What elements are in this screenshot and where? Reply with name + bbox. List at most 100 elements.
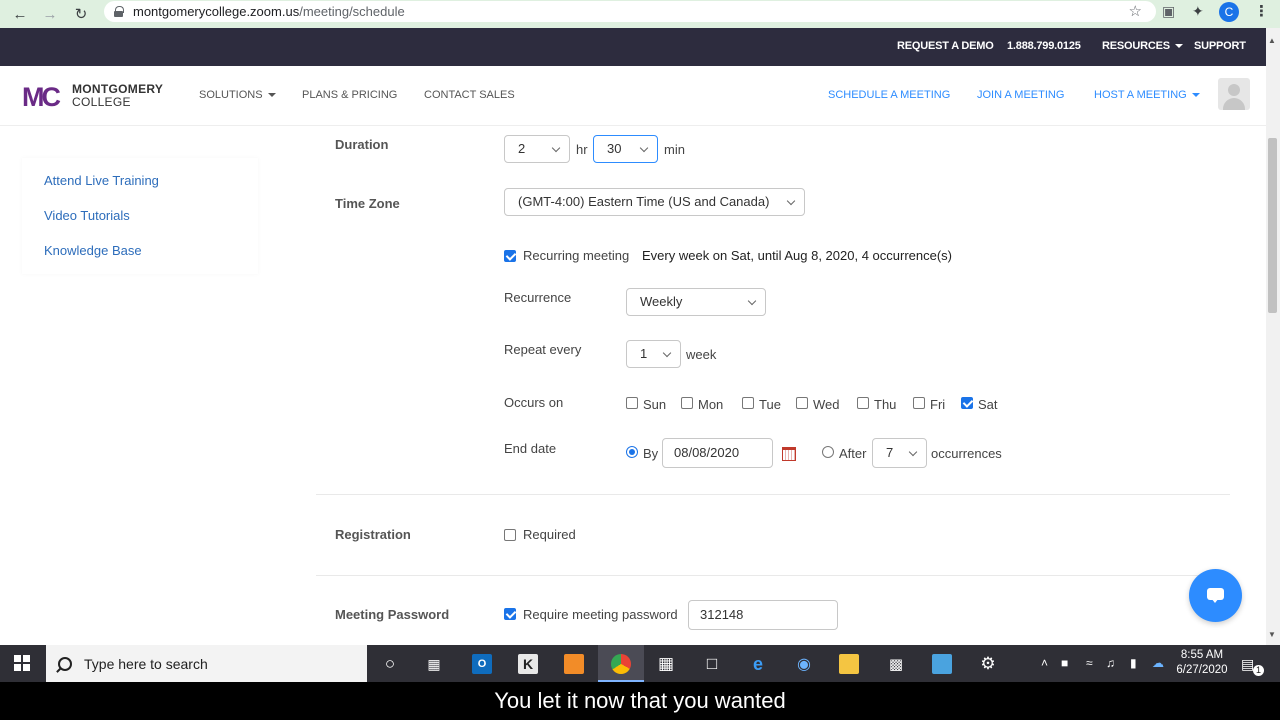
url-host: montgomerycollege.zoom.us bbox=[133, 4, 300, 19]
chat-bubble-button[interactable] bbox=[1189, 569, 1242, 622]
day-checkbox-thu[interactable] bbox=[857, 397, 869, 409]
control-panel-icon[interactable] bbox=[932, 654, 952, 674]
day-checkbox-sat[interactable] bbox=[961, 397, 973, 409]
settings-gear-icon[interactable]: ⚙ bbox=[978, 654, 998, 674]
recurrence-select[interactable]: Weekly bbox=[626, 288, 766, 316]
reload-icon[interactable]: ↻ bbox=[68, 3, 94, 25]
solutions-menu[interactable]: SOLUTIONS bbox=[199, 89, 276, 101]
search-icon bbox=[58, 656, 72, 671]
duration-hours-select[interactable]: 2 bbox=[504, 135, 570, 163]
section-divider bbox=[316, 575, 1230, 576]
recurring-label[interactable]: Recurring meeting bbox=[523, 248, 629, 263]
end-date-input[interactable]: 08/08/2020 bbox=[662, 438, 773, 468]
sidebar-item-video-tutorials[interactable]: Video Tutorials bbox=[44, 208, 130, 223]
section-divider bbox=[316, 494, 1230, 495]
onedrive-icon[interactable]: ☁ bbox=[1152, 656, 1164, 670]
meeting-tray-icon[interactable]: ■ bbox=[1061, 656, 1068, 670]
occurs-on-label: Occurs on bbox=[504, 395, 564, 410]
scroll-down-icon[interactable]: ▼ bbox=[1268, 630, 1276, 639]
scrollbar-thumb[interactable] bbox=[1268, 138, 1277, 313]
chrome-icon[interactable] bbox=[611, 654, 631, 674]
password-checkbox-label[interactable]: Require meeting password bbox=[523, 607, 678, 622]
end-by-radio[interactable] bbox=[626, 446, 638, 458]
duration-minutes-select[interactable]: 30 bbox=[593, 135, 658, 163]
volume-icon[interactable]: ♫ bbox=[1106, 656, 1115, 670]
timezone-label: Time Zone bbox=[335, 196, 400, 211]
chevron-down-icon bbox=[908, 447, 918, 457]
forward-arrow-icon[interactable]: → bbox=[37, 3, 63, 25]
occurrences-select[interactable]: 7 bbox=[872, 438, 927, 468]
windows-start-icon[interactable] bbox=[14, 655, 30, 671]
day-checkbox-sun[interactable] bbox=[626, 397, 638, 409]
occurrences-value: 7 bbox=[886, 445, 894, 460]
repeat-every-label: Repeat every bbox=[504, 342, 582, 357]
host-meeting-menu[interactable]: HOST A MEETING bbox=[1094, 89, 1200, 101]
timezone-value: (GMT-4:00) Eastern Time (US and Canada) bbox=[518, 194, 770, 209]
plans-pricing-link[interactable]: PLANS & PRICING bbox=[302, 89, 397, 101]
registration-checkbox[interactable] bbox=[504, 529, 516, 541]
sidebar-item-knowledge-base[interactable]: Knowledge Base bbox=[44, 243, 142, 258]
outlook-icon[interactable]: O bbox=[472, 654, 492, 674]
sidebar-item-live-training[interactable]: Attend Live Training bbox=[44, 173, 159, 188]
hr-unit: hr bbox=[576, 142, 588, 157]
extension-icon[interactable]: ▣ bbox=[1162, 3, 1175, 20]
chevron-down-icon bbox=[786, 196, 796, 206]
request-demo-link[interactable]: REQUEST A DEMO bbox=[897, 40, 994, 52]
screen: ← → ↻ montgomerycollege.zoom.us/meeting/… bbox=[0, 0, 1280, 720]
day-checkbox-mon[interactable] bbox=[681, 397, 693, 409]
end-after-radio[interactable] bbox=[822, 446, 834, 458]
file-explorer-icon[interactable] bbox=[839, 654, 859, 674]
browser-menu-icon[interactable]: ⋮ bbox=[1254, 2, 1269, 20]
address-bar[interactable]: montgomerycollege.zoom.us/meeting/schedu… bbox=[104, 1, 1156, 22]
day-label-mon: Mon bbox=[698, 397, 724, 412]
repeat-every-select[interactable]: 1 bbox=[626, 340, 681, 368]
taskbar-search[interactable]: Type here to search bbox=[46, 645, 367, 682]
resources-menu[interactable]: RESOURCES bbox=[1102, 40, 1183, 52]
calculator-icon[interactable]: ▦ bbox=[656, 654, 676, 674]
chevron-down-icon bbox=[639, 143, 649, 153]
battery-icon[interactable]: ▮ bbox=[1130, 656, 1137, 670]
scroll-up-icon[interactable]: ▲ bbox=[1268, 36, 1276, 45]
join-meeting-link[interactable]: JOIN A MEETING bbox=[977, 89, 1064, 101]
logo-line2: COLLEGE bbox=[72, 95, 131, 109]
day-checkbox-wed[interactable] bbox=[796, 397, 808, 409]
page-scrollbar[interactable] bbox=[1266, 28, 1280, 645]
caret-down-icon bbox=[267, 93, 276, 98]
profile-avatar[interactable]: C bbox=[1219, 2, 1239, 22]
cortana-icon[interactable]: ○ bbox=[380, 654, 400, 674]
chevron-down-icon bbox=[662, 348, 672, 358]
windows-taskbar: Type here to search ○ ▦ O K ▦ □ e ◉ ▩ ⚙ … bbox=[0, 645, 1280, 682]
timezone-select[interactable]: (GMT-4:00) Eastern Time (US and Canada) bbox=[504, 188, 805, 216]
bookmark-star-icon[interactable]: ☆ bbox=[1129, 2, 1142, 20]
schedule-meeting-link[interactable]: SCHEDULE A MEETING bbox=[828, 89, 950, 101]
phone-link[interactable]: 1.888.799.0125 bbox=[1007, 40, 1081, 52]
back-arrow-icon[interactable]: ← bbox=[7, 3, 33, 25]
password-checkbox[interactable] bbox=[504, 608, 516, 620]
day-checkbox-fri[interactable] bbox=[913, 397, 925, 409]
cortana-app-icon[interactable]: ◉ bbox=[794, 654, 814, 674]
repeat-every-value: 1 bbox=[640, 346, 648, 361]
host-meeting-label: HOST A MEETING bbox=[1094, 89, 1187, 101]
calendar-icon[interactable] bbox=[782, 447, 796, 461]
kodu-app-icon[interactable]: K bbox=[518, 654, 538, 674]
contact-sales-link[interactable]: CONTACT SALES bbox=[424, 89, 515, 101]
puzzle-icon[interactable]: ✦ bbox=[1192, 3, 1204, 20]
wifi-icon[interactable]: ≈ bbox=[1086, 656, 1093, 670]
day-checkbox-tue[interactable] bbox=[742, 397, 754, 409]
chevron-up-icon[interactable]: ˄ bbox=[1041, 656, 1048, 670]
min-unit: min bbox=[664, 142, 685, 157]
clock-time: 8:55 AM bbox=[1180, 649, 1224, 661]
document-icon[interactable]: □ bbox=[702, 654, 722, 674]
user-avatar[interactable] bbox=[1218, 78, 1250, 110]
college-logo[interactable]: MC bbox=[22, 82, 61, 113]
notes-app-icon[interactable] bbox=[564, 654, 584, 674]
support-link[interactable]: SUPPORT bbox=[1194, 40, 1246, 52]
registration-required-label[interactable]: Required bbox=[523, 527, 576, 542]
system-clock[interactable]: 8:55 AM 6/27/2020 bbox=[1174, 648, 1230, 678]
store-icon[interactable]: ▩ bbox=[886, 654, 906, 674]
recurring-checkbox[interactable] bbox=[504, 250, 516, 262]
password-input[interactable]: 312148 bbox=[688, 600, 838, 630]
task-view-icon[interactable]: ▦ bbox=[424, 654, 444, 674]
chevron-down-icon bbox=[551, 143, 561, 153]
edge-icon[interactable]: e bbox=[748, 654, 768, 674]
